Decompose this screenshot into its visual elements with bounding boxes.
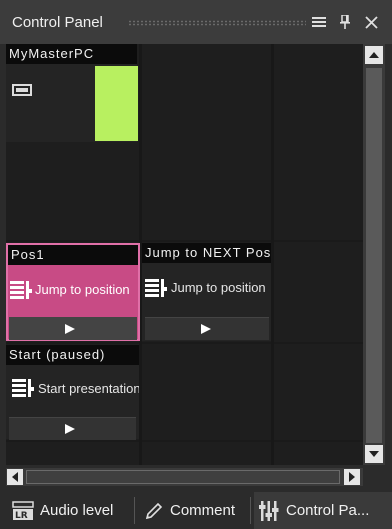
cell-text: Start presentation — [38, 381, 139, 396]
grid-cell-start-paused[interactable]: Start (paused) Start presentation — [6, 345, 139, 440]
scroll-thumb[interactable] — [366, 68, 382, 443]
tab-divider — [250, 497, 251, 524]
grid-cell-mymasterpc[interactable]: MyMasterPC — [6, 44, 138, 142]
play-icon — [201, 324, 211, 334]
play-icon — [65, 324, 75, 334]
control-panel-icon — [258, 500, 280, 522]
scroll-up-icon[interactable] — [365, 46, 383, 64]
list-icon — [10, 281, 32, 299]
panel-tabs: LR Audio level Comment Control Pa... — [0, 492, 392, 529]
grid-cell-jump-next[interactable]: Jump to NEXT Position Jump to position — [142, 243, 271, 341]
scroll-left-icon[interactable] — [7, 469, 23, 485]
pin-icon[interactable] — [334, 11, 356, 33]
grid-cell-pos1[interactable]: Pos1 Jump to position — [6, 243, 140, 341]
cell-header: Jump to NEXT Position — [142, 243, 271, 263]
list-icon — [145, 279, 167, 297]
play-button[interactable] — [9, 417, 136, 440]
tab-label: Audio level — [40, 502, 114, 519]
tab-audio-level[interactable]: LR Audio level — [8, 492, 132, 529]
tab-control-panel[interactable]: Control Pa... — [254, 492, 392, 529]
cell-header: Pos1 — [8, 245, 138, 265]
scroll-down-icon[interactable] — [365, 445, 383, 463]
play-icon — [65, 424, 75, 434]
title-bar: Control Panel — [0, 0, 392, 44]
list-icon — [12, 379, 34, 397]
drag-grip[interactable] — [128, 20, 306, 26]
scroll-thumb[interactable] — [26, 470, 340, 484]
play-button[interactable] — [9, 317, 137, 340]
computer-icon — [12, 84, 32, 96]
cell-header: MyMasterPC — [6, 44, 137, 64]
audio-level-icon: LR — [12, 500, 34, 521]
control-grid: MyMasterPC Pos1 Jump to position Jump to… — [6, 44, 363, 465]
tab-label: Comment — [170, 502, 236, 519]
scroll-right-icon[interactable] — [344, 469, 360, 485]
play-button[interactable] — [145, 317, 269, 340]
cell-header: Start (paused) — [6, 345, 139, 365]
window-title: Control Panel — [12, 14, 103, 31]
tab-divider — [134, 497, 135, 524]
tab-label: Control Pa... — [286, 502, 370, 519]
cell-text: Jump to position — [35, 282, 130, 297]
menu-icon[interactable] — [308, 11, 330, 33]
pencil-icon — [144, 501, 164, 521]
horizontal-scrollbar[interactable] — [6, 468, 363, 486]
cell-text: Jump to position — [171, 280, 266, 295]
vertical-scrollbar[interactable] — [363, 44, 385, 465]
close-icon[interactable] — [360, 11, 382, 33]
status-indicator — [95, 66, 138, 141]
tab-comment[interactable]: Comment — [140, 492, 248, 529]
svg-text:LR: LR — [15, 511, 28, 521]
